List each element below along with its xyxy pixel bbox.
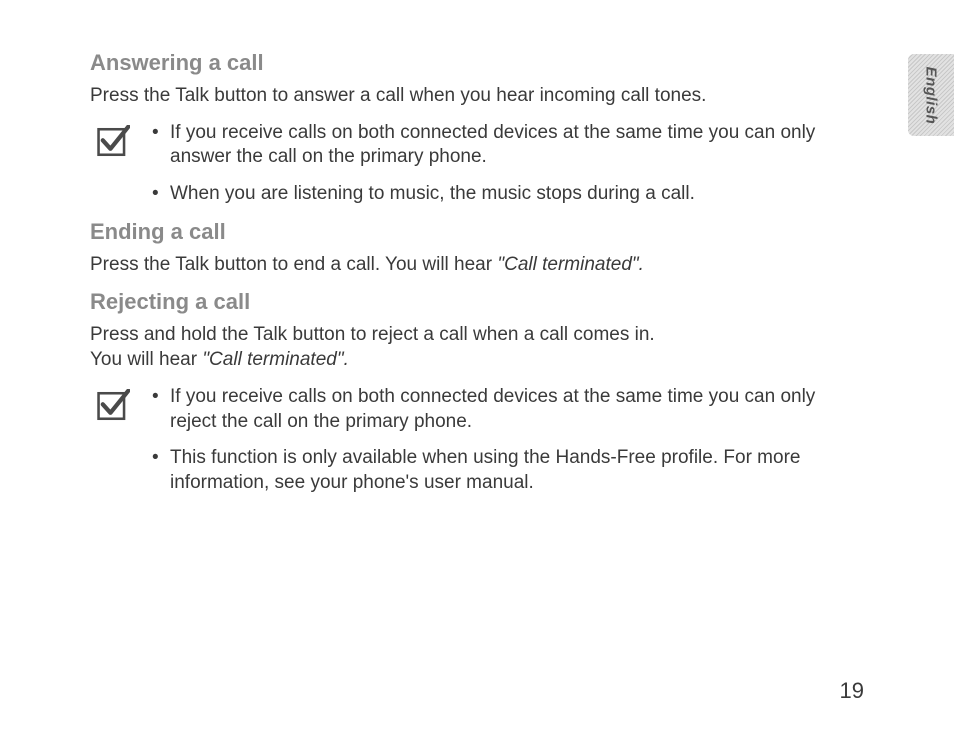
language-tab-label: English xyxy=(923,66,940,124)
body-rejecting: Press and hold the Talk button to reject… xyxy=(90,323,864,372)
heading-rejecting: Rejecting a call xyxy=(90,289,864,315)
body-rejecting-line1: Press and hold the Talk button to reject… xyxy=(90,324,655,345)
body-ending: Press the Talk button to end a call. You… xyxy=(90,253,864,278)
body-ending-prefix: Press the Talk button to end a call. You… xyxy=(90,254,497,275)
checkmark-box-icon xyxy=(96,389,130,423)
heading-answering: Answering a call xyxy=(90,50,864,76)
body-ending-italic: "Call terminated". xyxy=(497,254,644,275)
heading-ending: Ending a call xyxy=(90,219,864,245)
note-block-rejecting: If you receive calls on both connected d… xyxy=(96,385,864,496)
language-tab: English xyxy=(908,54,954,136)
body-rejecting-line2-prefix: You will hear xyxy=(90,349,202,370)
list-item: If you receive calls on both connected d… xyxy=(148,385,864,434)
body-rejecting-line2-italic: "Call terminated". xyxy=(202,349,349,370)
page-number: 19 xyxy=(840,678,864,704)
note-list-answering: If you receive calls on both connected d… xyxy=(148,121,864,207)
note-block-answering: If you receive calls on both connected d… xyxy=(96,121,864,207)
list-item: This function is only available when usi… xyxy=(148,446,864,495)
list-item: When you are listening to music, the mus… xyxy=(148,182,864,207)
body-answering: Press the Talk button to answer a call w… xyxy=(90,84,864,109)
note-list-rejecting: If you receive calls on both connected d… xyxy=(148,385,864,496)
checkmark-box-icon xyxy=(96,125,130,159)
list-item: If you receive calls on both connected d… xyxy=(148,121,864,170)
